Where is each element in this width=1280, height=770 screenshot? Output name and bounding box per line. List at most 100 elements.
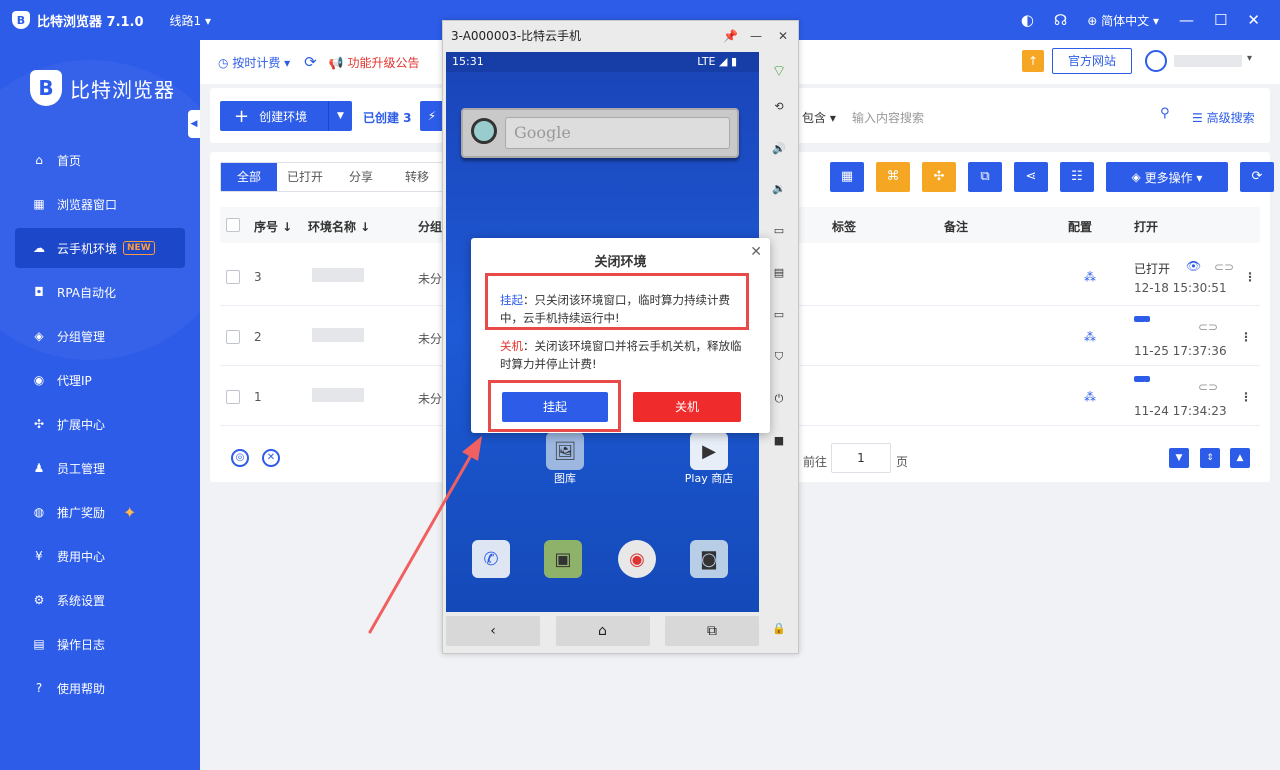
recents-icon[interactable]: ⧉ xyxy=(665,616,759,646)
search-icon[interactable]: ⚲ xyxy=(1160,106,1170,121)
sidebar-item-browser-windows[interactable]: ▦ 浏览器窗口 xyxy=(15,184,185,224)
tab-opened[interactable]: 已打开 xyxy=(277,163,333,191)
row-time: 12-18 15:30:51 xyxy=(1134,281,1227,295)
volume-down-icon[interactable]: 🔉 xyxy=(768,178,790,200)
scroll-up-icon[interactable]: ▲ xyxy=(1230,448,1250,468)
gift-icon: ◍ xyxy=(33,505,45,519)
notice-link[interactable]: 📢 功能升级公告 xyxy=(329,54,420,71)
sidebar-item-settings[interactable]: ⚙ 系统设置 xyxy=(15,580,185,620)
sidebar-item-cloud-phone[interactable]: ☁ 云手机环境 NEW xyxy=(15,228,185,268)
home-icon[interactable]: ⌂ xyxy=(555,616,650,646)
select-all-checkbox[interactable] xyxy=(226,218,240,232)
search-input[interactable]: 输入内容搜索 xyxy=(852,109,924,126)
link-icon[interactable]: ⊂⊃ xyxy=(1214,260,1234,274)
window-sync-button[interactable]: ⧉ xyxy=(968,162,1002,192)
tab-shared[interactable]: 分享 xyxy=(333,163,389,191)
back-icon[interactable]: ‹ xyxy=(446,616,540,646)
maximize-icon[interactable]: ☐ xyxy=(1214,11,1227,29)
sidebar-item-billing[interactable]: ¥ 费用中心 xyxy=(15,536,185,576)
screenshot-icon[interactable]: ■ xyxy=(768,430,790,452)
close-icon[interactable]: ✕ xyxy=(778,21,788,51)
config-icon[interactable]: ⁂ xyxy=(1084,270,1096,284)
open-button[interactable]: ▯ 打开 xyxy=(1134,376,1154,412)
support-icon[interactable]: ☊ xyxy=(1054,11,1067,29)
sidebar-item-help[interactable]: ? 使用帮助 xyxy=(15,668,185,708)
sidebar-item-rpa[interactable]: ◘ RPA自动化 xyxy=(15,272,185,312)
more-actions-button[interactable]: ◈ 更多操作 ▾ xyxy=(1106,162,1228,192)
link-icon[interactable]: ⊂⊃ xyxy=(1198,380,1218,394)
row-checkbox[interactable] xyxy=(226,390,240,404)
header-seq[interactable]: 序号 ↓ xyxy=(254,218,292,235)
chrome-app-icon[interactable]: ◉ xyxy=(618,540,656,578)
tab-all[interactable]: 全部 xyxy=(221,163,277,191)
chrome-icon[interactable]: ◎ xyxy=(231,449,249,467)
create-env-dropdown[interactable]: ▼ xyxy=(328,101,352,131)
phone-app-icon[interactable]: ✆ xyxy=(472,540,510,578)
header-name[interactable]: 环境名称 ↓ xyxy=(308,218,370,235)
expand-icon[interactable]: ⇕ xyxy=(1200,448,1220,468)
play-store-icon[interactable]: ▶ xyxy=(690,432,728,470)
language-selector[interactable]: ⊕ 简体中文 ▾ xyxy=(1087,12,1159,29)
row-more-icon[interactable]: ⋮ xyxy=(1244,270,1256,284)
chevron-down-icon[interactable]: ▾ xyxy=(1247,53,1252,64)
sidebar-item-logs[interactable]: ▤ 操作日志 xyxy=(15,624,185,664)
minimize-icon[interactable]: — xyxy=(1179,11,1194,29)
theme-toggle-icon[interactable]: ◐ xyxy=(1021,11,1034,29)
volume-up-icon[interactable]: 🔊 xyxy=(768,138,790,160)
pin-icon[interactable]: 📌 xyxy=(723,21,738,51)
billing-mode-selector[interactable]: ◷ 按时计费 ▾ xyxy=(218,54,290,71)
sidebar-item-proxy[interactable]: ◉ 代理IP xyxy=(15,360,185,400)
suspend-button[interactable]: 挂起 xyxy=(502,392,608,422)
line-selector[interactable]: 线路1 ▾ xyxy=(170,12,211,29)
reload-button[interactable]: ⟳ xyxy=(1240,162,1274,192)
screen-icon[interactable]: ▭ xyxy=(768,304,790,326)
power-off-button[interactable]: 关机 xyxy=(633,392,741,422)
clipboard-icon[interactable]: ▤ xyxy=(768,262,790,284)
sidebar-item-staff[interactable]: ♟ 员工管理 xyxy=(15,448,185,488)
share-button[interactable]: ⋖ xyxy=(1014,162,1048,192)
close-all-icon[interactable]: ✕ xyxy=(262,449,280,467)
column-settings-button[interactable]: ☷ xyxy=(1060,162,1094,192)
row-checkbox[interactable] xyxy=(226,270,240,284)
gallery-app-icon[interactable]: 🖼 xyxy=(546,432,584,470)
upload-icon[interactable]: ↑ xyxy=(1022,50,1044,72)
sidebar-item-extensions[interactable]: ✣ 扩展中心 xyxy=(15,404,185,444)
extension-button[interactable]: ✣ xyxy=(922,162,956,192)
row-more-icon[interactable]: ⋮ xyxy=(1240,390,1252,404)
minimize-icon[interactable]: — xyxy=(750,21,762,51)
avatar[interactable] xyxy=(1145,50,1167,72)
tab-transfer[interactable]: 转移 xyxy=(389,163,445,191)
power-icon[interactable]: ⏻ xyxy=(768,388,790,410)
open-button[interactable]: ▯ 打开 xyxy=(1134,316,1154,352)
sidebar-item-home[interactable]: ⌂ 首页 xyxy=(15,140,185,180)
config-icon[interactable]: ⁂ xyxy=(1084,390,1096,404)
eye-icon[interactable]: 👁 xyxy=(1186,259,1201,273)
layout-grid-button[interactable]: ▦ xyxy=(830,162,864,192)
shield-icon[interactable]: ⛉ xyxy=(768,346,790,368)
google-search-box[interactable]: Google xyxy=(505,117,730,149)
close-icon[interactable]: ✕ xyxy=(1247,11,1260,29)
row-checkbox[interactable] xyxy=(226,330,240,344)
dialog-close-icon[interactable]: ✕ xyxy=(750,244,762,260)
sidebar-item-rewards[interactable]: ◍ 推广奖励 ✦ xyxy=(15,492,185,532)
sidebar-collapse-button[interactable]: ◀ xyxy=(188,110,200,138)
google-search-widget[interactable]: Google xyxy=(461,108,739,158)
config-icon[interactable]: ⁂ xyxy=(1084,330,1096,344)
official-site-button[interactable]: 官方网站 xyxy=(1052,48,1132,74)
rotate-icon[interactable]: ⟲ xyxy=(768,96,790,118)
hd-icon[interactable]: ▭ xyxy=(768,220,790,242)
match-mode-selector[interactable]: 包含 ▾ xyxy=(802,109,836,126)
file-app-icon[interactable]: ▣ xyxy=(544,540,582,578)
link-icon[interactable]: ⊂⊃ xyxy=(1198,320,1218,334)
create-env-button[interactable]: + 创建环境 ▼ xyxy=(220,101,352,131)
page-input[interactable]: 1 xyxy=(831,443,891,473)
lock-icon[interactable]: 🔒 xyxy=(768,618,790,640)
refresh-icon[interactable]: ⟳ xyxy=(304,53,317,71)
row-more-icon[interactable]: ⋮ xyxy=(1240,330,1252,344)
camera-app-icon[interactable]: ◙ xyxy=(690,540,728,578)
advanced-search-link[interactable]: ☰ 高级搜索 xyxy=(1192,109,1255,126)
scroll-down-icon[interactable]: ▼ xyxy=(1169,448,1189,468)
sidebar-item-groups[interactable]: ◈ 分组管理 xyxy=(15,316,185,356)
script-button[interactable]: ⌘ xyxy=(876,162,910,192)
quick-action-button[interactable]: ⚡ xyxy=(420,101,444,131)
